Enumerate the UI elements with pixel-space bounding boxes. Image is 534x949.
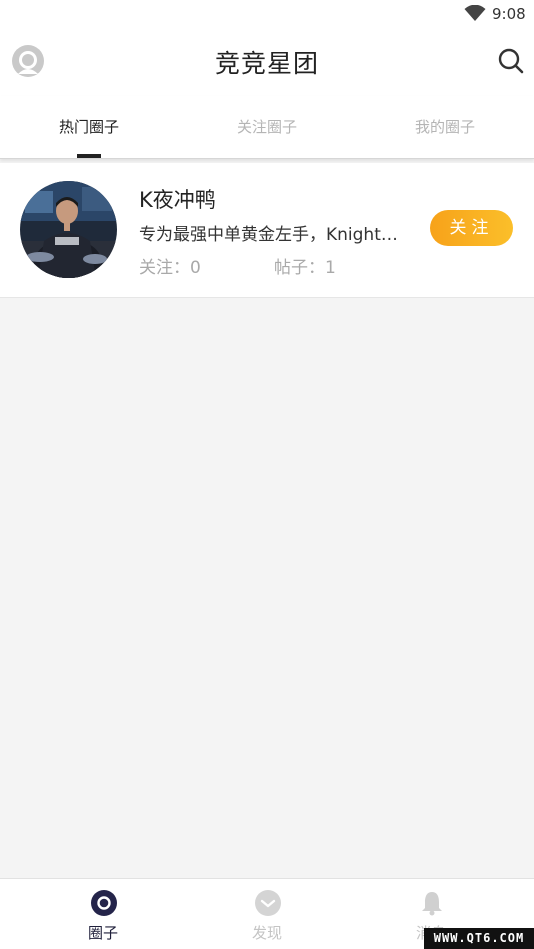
follow-button[interactable]: 关注: [430, 210, 513, 246]
tab-label: 我的圈子: [414, 118, 475, 136]
post-count: 帖子：1: [274, 258, 336, 278]
bell-icon: [422, 892, 442, 916]
tab-my-circles[interactable]: 我的圈子: [356, 96, 534, 158]
circle-list-item[interactable]: K夜冲鸭 专为最强中单黄金左手，Knight… 关注：0 帖子：1 关注: [0, 163, 534, 298]
page-title: 竞竞星团: [214, 49, 319, 78]
search-icon[interactable]: [496, 46, 526, 76]
follow-count: 关注：0: [139, 258, 201, 278]
tab-indicator: [77, 154, 101, 158]
nav-label: 发现: [251, 924, 282, 942]
tab-followed-circles[interactable]: 关注圈子: [178, 96, 356, 158]
tab-label: 热门圈子: [58, 118, 119, 136]
status-bar: 9:08: [0, 0, 534, 28]
circle-icon: [91, 890, 117, 916]
circle-avatar[interactable]: [20, 181, 117, 278]
tab-bar: 热门圈子 关注圈子 我的圈子: [0, 96, 534, 159]
wifi-icon: [464, 5, 486, 21]
watermark: WWW.QT6.COM: [424, 928, 534, 949]
discover-icon: [255, 890, 281, 916]
circle-description: 专为最强中单黄金左手，Knight…: [139, 225, 398, 245]
app-bar: 竞竞星团: [0, 28, 534, 96]
tab-hot-circles[interactable]: 热门圈子: [0, 96, 178, 158]
nav-label: 圈子: [87, 924, 118, 942]
tab-label: 关注圈子: [236, 118, 297, 136]
status-time: 9:08: [492, 5, 526, 23]
nav-circles[interactable]: 圈子: [14, 879, 192, 949]
nav-discover[interactable]: 发现: [178, 879, 356, 949]
circle-name[interactable]: K夜冲鸭: [139, 184, 216, 214]
